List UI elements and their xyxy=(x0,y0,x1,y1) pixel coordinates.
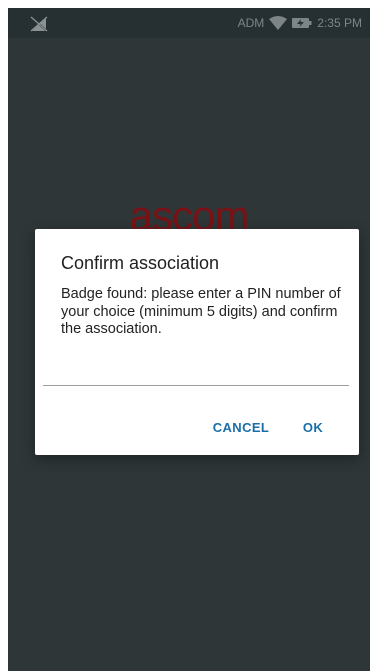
dialog-title: Confirm association xyxy=(61,253,220,273)
wifi-icon xyxy=(269,16,288,30)
ok-button[interactable]: OK xyxy=(300,415,326,439)
cancel-button[interactable]: CANCEL xyxy=(210,415,272,439)
status-time: 2:35 PM xyxy=(317,16,362,30)
status-right-group: ADM 2:35 PM xyxy=(238,15,362,31)
dialog-message: Badge found: please enter a PIN number o… xyxy=(61,286,341,337)
battery-charging-icon xyxy=(292,17,312,29)
confirm-association-dialog: Confirm association Badge found: please … xyxy=(35,229,359,455)
pin-input[interactable] xyxy=(43,357,349,386)
phone-screen: ADM 2:35 PM ascom Confirm association Ba… xyxy=(8,8,370,671)
carrier-label: ADM xyxy=(237,16,265,30)
no-sim-icon xyxy=(30,16,48,32)
status-bar: ADM 2:35 PM xyxy=(8,8,370,38)
